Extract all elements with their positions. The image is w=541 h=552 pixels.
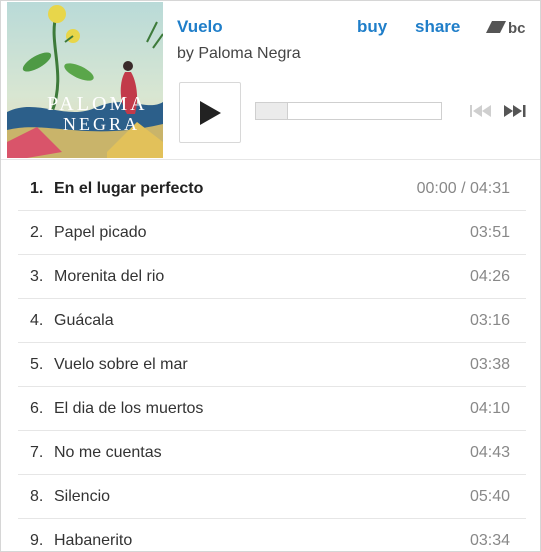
track-title[interactable]: El dia de los muertos (54, 400, 203, 418)
track-row[interactable]: 9. Habanerito 03:34 (18, 519, 526, 551)
play-button[interactable] (179, 82, 241, 143)
track-number: 4. (30, 312, 44, 329)
track-row[interactable]: 4. Guácala 03:16 (18, 299, 526, 343)
cover-title-line1: PALOMA (47, 93, 148, 115)
track-row[interactable]: 3. Morenita del rio 04:26 (18, 255, 526, 299)
bandcamp-logo-text: bc (508, 20, 526, 36)
track-title[interactable]: Vuelo sobre el mar (54, 356, 188, 374)
track-row[interactable]: 1. En el lugar perfecto 00:00 / 04:31 (18, 167, 526, 211)
embedded-player: PALOMA NEGRA Vuelo by Paloma Negra buy s… (0, 0, 541, 552)
track-duration: 03:51 (469, 224, 510, 241)
progress-thumb[interactable] (256, 103, 288, 119)
track-row[interactable]: 6. El dia de los muertos 04:10 (18, 387, 526, 431)
play-icon (200, 100, 221, 125)
track-title[interactable]: En el lugar perfecto (54, 180, 203, 198)
track-number: 6. (30, 400, 44, 417)
track-row[interactable]: 5. Vuelo sobre el mar 03:38 (18, 343, 526, 387)
tracklist: 1. En el lugar perfecto 00:00 / 04:31 2. Pap… (18, 167, 526, 551)
share-link[interactable]: share (415, 17, 460, 37)
track-row[interactable]: 8. Silencio 05:40 (18, 475, 526, 519)
track-title[interactable]: No me cuentas (54, 444, 162, 462)
skip-forward-icon (504, 105, 526, 117)
album-title-link[interactable]: Vuelo (177, 17, 223, 37)
track-number: 1. (30, 180, 44, 197)
player-header: PALOMA NEGRA Vuelo by Paloma Negra buy s… (1, 1, 540, 160)
track-number: 5. (30, 356, 44, 373)
track-title[interactable]: Habanerito (54, 532, 132, 550)
previous-track-button[interactable] (469, 103, 493, 119)
track-number: 9. (30, 532, 44, 549)
track-duration: 04:43 (469, 444, 510, 461)
track-number: 3. (30, 268, 44, 285)
track-title[interactable]: Papel picado (54, 224, 147, 242)
track-duration: 05:40 (469, 488, 510, 505)
track-number: 8. (30, 488, 44, 505)
progress-bar[interactable] (255, 102, 442, 120)
track-row[interactable]: 2. Papel picado 03:51 (18, 211, 526, 255)
track-row[interactable]: 7. No me cuentas 04:43 (18, 431, 526, 475)
track-duration: 03:34 (469, 532, 510, 549)
track-title[interactable]: Guácala (54, 312, 114, 330)
artist-line: by Paloma Negra (177, 45, 301, 62)
track-duration: 03:16 (469, 312, 510, 329)
album-cover[interactable]: PALOMA NEGRA (7, 2, 163, 158)
track-duration: 03:38 (469, 356, 510, 373)
track-number: 2. (30, 224, 44, 241)
track-duration: 04:10 (469, 400, 510, 417)
track-duration: 04:26 (469, 268, 510, 285)
skip-back-icon (470, 105, 491, 117)
track-title[interactable]: Silencio (54, 488, 110, 506)
cover-title-line2: NEGRA (63, 114, 140, 134)
bandcamp-logo[interactable]: bc (486, 18, 528, 37)
track-duration: 00:00 / 04:31 (416, 180, 510, 197)
next-track-button[interactable] (503, 103, 527, 119)
track-number: 7. (30, 444, 44, 461)
buy-link[interactable]: buy (357, 17, 387, 37)
track-title[interactable]: Morenita del rio (54, 268, 164, 286)
